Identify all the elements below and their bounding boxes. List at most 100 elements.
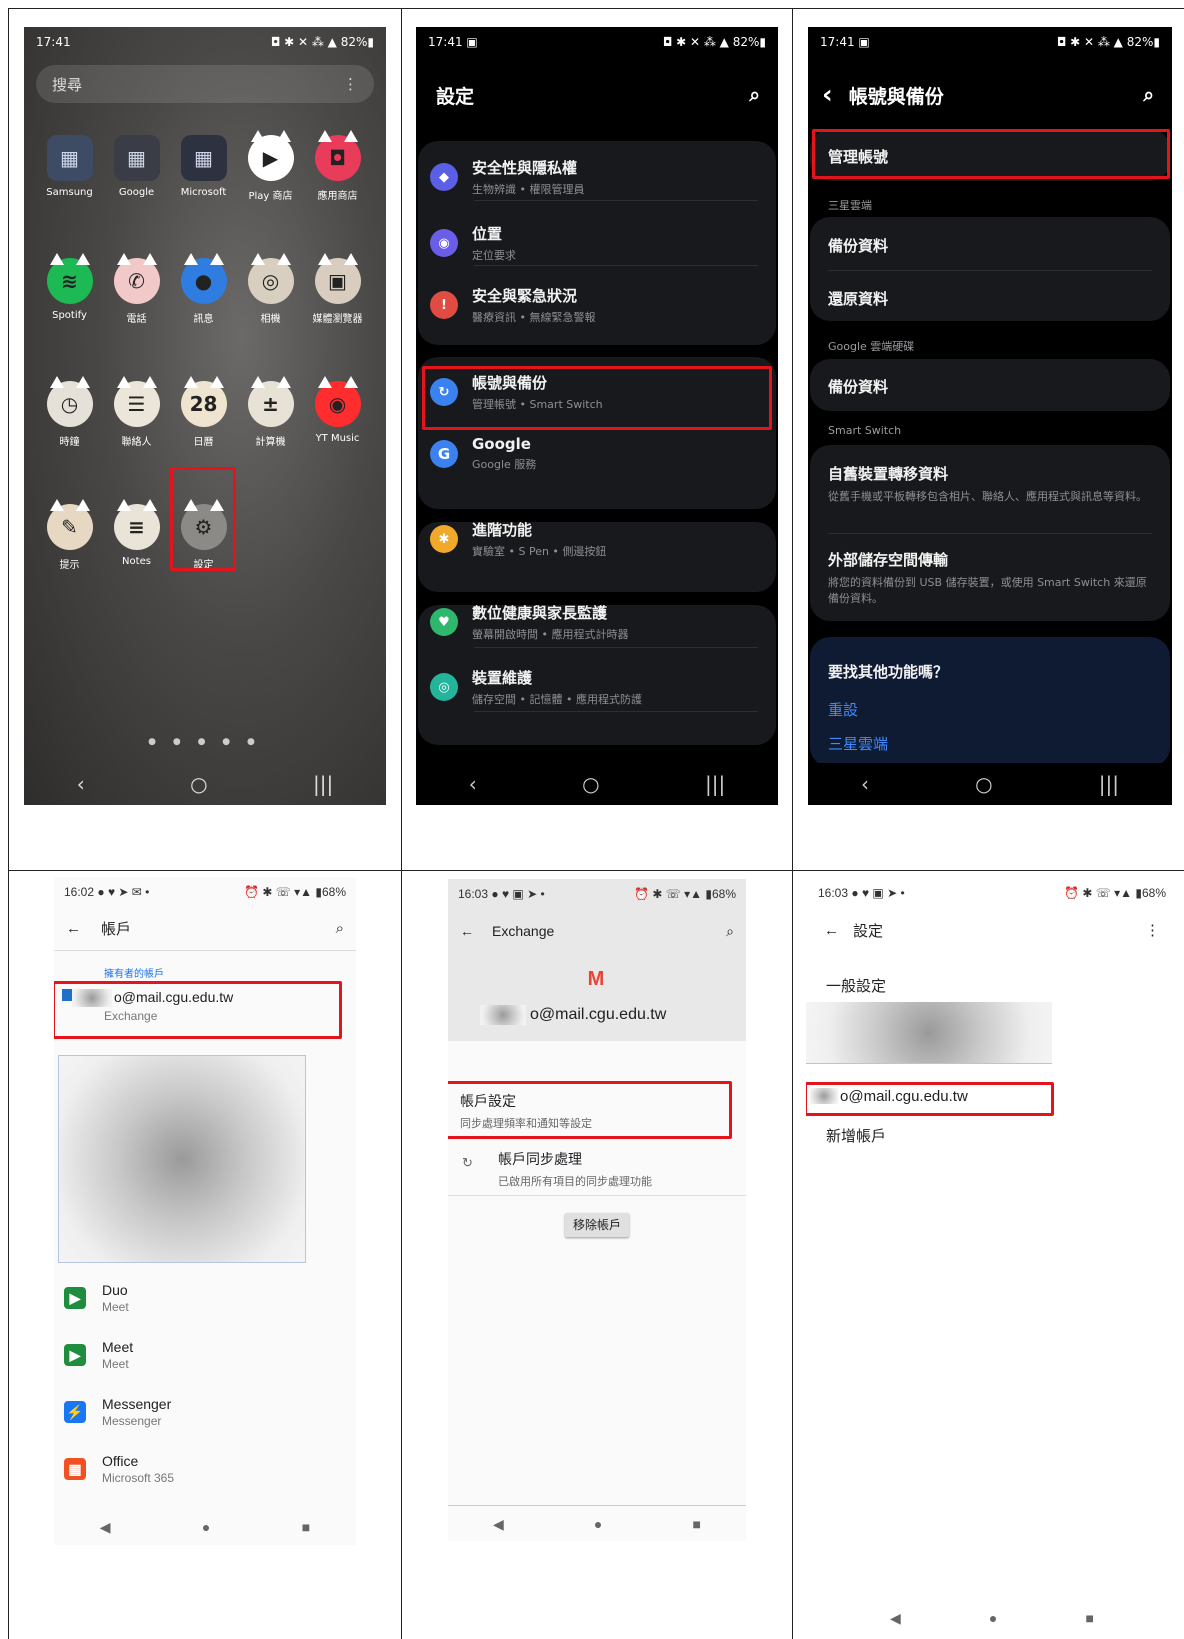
settings-item-text: 裝置維護 儲存空間 • 記憶體 • 應用程式防護: [472, 667, 642, 707]
settings-category-icon: ◆: [430, 163, 458, 191]
settings-item[interactable]: ♥ 數位健康與家長監護 螢幕開啟時間 • 應用程式計時器: [430, 602, 758, 642]
home-button[interactable]: ●: [594, 1516, 602, 1532]
reset-link[interactable]: 重設: [828, 699, 1156, 720]
recents-button[interactable]: |||: [705, 772, 725, 796]
account-email: o@mail.cgu.edu.tw: [530, 1006, 667, 1023]
app-galaxy-store[interactable]: ◘ 應用商店: [304, 130, 371, 202]
app-calendar[interactable]: 28 日曆: [170, 376, 237, 448]
add-account-item[interactable]: 新增帳戶: [826, 1125, 886, 1146]
account-app-item[interactable]: ▦ Office Microsoft 365: [64, 1453, 346, 1485]
settings-item-subtitle: 定位要求: [472, 249, 516, 262]
settings-category-icon: ◉: [430, 229, 458, 257]
app-clock[interactable]: ◷ 時鐘: [36, 376, 103, 448]
settings-item-text: Google Google 服務: [472, 435, 536, 472]
back-button[interactable]: ◀: [493, 1516, 504, 1533]
backup-data-item[interactable]: 備份資料: [828, 235, 1156, 256]
divider: [474, 200, 758, 201]
app-label: 日曆: [193, 437, 214, 448]
settings-item-title: Google: [472, 435, 531, 453]
status-time: 16:03 ● ♥ ▣ ➤ •: [458, 887, 545, 901]
search-icon[interactable]: ⌕: [1143, 84, 1154, 106]
clock-icon: ◷: [46, 376, 93, 427]
back-button[interactable]: ‹: [77, 772, 85, 796]
remove-account-button[interactable]: 移除帳戶: [565, 1213, 629, 1237]
app-phone[interactable]: ✆ 電話: [103, 253, 170, 325]
account-app-item[interactable]: ⚡ Messenger Messenger: [64, 1396, 346, 1428]
grid-line: [8, 8, 1184, 9]
back-arrow-icon[interactable]: ←: [824, 922, 839, 939]
google-folder-icon: ▦: [113, 135, 160, 181]
app-yt-music[interactable]: ◉ YT Music: [304, 376, 371, 448]
search-icon[interactable]: ⌕: [726, 923, 734, 940]
back-arrow-icon[interactable]: ←: [460, 923, 474, 939]
recents-button[interactable]: |||: [1099, 772, 1119, 796]
app-samsung-folder[interactable]: ▦ Samsung: [36, 135, 103, 202]
app-label: 時鐘: [59, 437, 80, 448]
page-title: 設定: [436, 85, 475, 108]
recents-button[interactable]: |||: [313, 772, 333, 796]
app-title: Duo: [102, 1282, 128, 1298]
app-calculator[interactable]: ± 計算機: [237, 376, 304, 448]
more-options-icon[interactable]: ⋮: [343, 75, 358, 93]
back-button[interactable]: ◀: [890, 1610, 901, 1627]
general-settings-item[interactable]: 一般設定: [826, 975, 886, 996]
divider: [474, 711, 758, 712]
app-tips[interactable]: ✎ 提示: [36, 499, 103, 571]
home-button[interactable]: ●: [202, 1519, 210, 1535]
back-button[interactable]: ‹: [861, 772, 869, 796]
search-input[interactable]: 搜尋: [52, 74, 82, 95]
more-options-icon[interactable]: ⋮: [1145, 921, 1160, 939]
back-arrow-icon[interactable]: ‹: [822, 80, 833, 110]
settings-item[interactable]: ◎ 裝置維護 儲存空間 • 記憶體 • 應用程式防護: [430, 667, 758, 707]
app-google-folder[interactable]: ▦ Google: [103, 135, 170, 202]
recents-button[interactable]: ■: [692, 1516, 700, 1532]
app-label: 計算機: [255, 437, 286, 448]
settings-item[interactable]: ◉ 位置 定位要求: [430, 223, 758, 263]
settings-item-subtitle: 實驗室 • S Pen • 側邊按鈕: [472, 545, 607, 558]
home-button[interactable]: ○: [975, 772, 992, 796]
recents-button[interactable]: ■: [1085, 1610, 1093, 1626]
status-icons: ◘ ✱ ✕ ⁂ ▲ 82%▮: [1056, 35, 1160, 49]
divider: [828, 533, 1152, 534]
section-header: Smart Switch: [828, 424, 902, 437]
settings-item[interactable]: ! 安全與緊急狀況 醫療資訊 • 無線緊急警報: [430, 285, 758, 325]
app-search-bar[interactable]: 搜尋 ⋮: [36, 65, 374, 103]
account-app-item[interactable]: ▶ Duo Meet: [64, 1282, 346, 1314]
highlight-account-email: [806, 1082, 1054, 1116]
app-contacts[interactable]: ☰ 聯絡人: [103, 376, 170, 448]
home-button[interactable]: ●: [989, 1610, 997, 1626]
app-icon: ▶: [64, 1287, 86, 1309]
app-label: 提示: [59, 560, 80, 571]
recents-button[interactable]: ■: [302, 1519, 310, 1535]
app-microsoft-folder[interactable]: ▦ Microsoft: [170, 135, 237, 202]
app-play-store[interactable]: ▶ Play 商店: [237, 130, 304, 202]
back-button[interactable]: ◀: [100, 1519, 111, 1536]
app-notes[interactable]: ≡ Notes: [103, 499, 170, 571]
settings-item[interactable]: ◆ 安全性與隱私權 生物辨識 • 權限管理員: [430, 157, 758, 197]
external-storage-transfer-item[interactable]: 外部儲存空間傳輸 將您的資料備份到 USB 儲存裝置，或使用 Smart Swi…: [828, 549, 1156, 607]
app-messages[interactable]: ● 訊息: [170, 253, 237, 325]
home-button[interactable]: ○: [190, 772, 207, 796]
transfer-from-old-device-item[interactable]: 自舊裝置轉移資料 從舊手機或平板轉移包含相片、聯絡人、應用程式與訊息等資料。: [828, 463, 1156, 505]
search-icon[interactable]: ⌕: [336, 920, 344, 937]
restore-data-item[interactable]: 還原資料: [828, 288, 1156, 309]
settings-item-text: 位置 定位要求: [472, 223, 516, 263]
app-spotify[interactable]: ≋ Spotify: [36, 253, 103, 325]
item-title: 自舊裝置轉移資料: [828, 465, 949, 483]
account-app-item[interactable]: ▶ Meet Meet: [64, 1339, 346, 1371]
settings-item[interactable]: ✱ 進階功能 實驗室 • S Pen • 側邊按鈕: [430, 519, 758, 559]
samsung-cloud-link[interactable]: 三星雲端: [828, 733, 1156, 754]
back-arrow-icon[interactable]: ←: [66, 920, 81, 937]
app-subtitle: Meet: [102, 1357, 129, 1371]
home-button[interactable]: ○: [582, 772, 599, 796]
item-title: 外部儲存空間傳輸: [828, 551, 949, 569]
google-backup-item[interactable]: 備份資料: [828, 376, 1156, 397]
settings-item[interactable]: G Google Google 服務: [430, 435, 758, 472]
app-camera[interactable]: ◎ 相機: [237, 253, 304, 325]
search-icon[interactable]: ⌕: [749, 84, 760, 106]
back-button[interactable]: ‹: [469, 772, 477, 796]
app-media-browser[interactable]: ▣ 媒體瀏覽器: [304, 253, 371, 325]
account-sync-item[interactable]: 帳戶同步處理 已啟用所有項目的同步處理功能: [498, 1149, 652, 1189]
app-row: ▦ Samsung ▦ Google ▦ Microsoft ▶ Play 商店 ◘ 應用商店: [36, 130, 374, 202]
settings-item-text: 安全性與隱私權 生物辨識 • 權限管理員: [472, 157, 584, 197]
